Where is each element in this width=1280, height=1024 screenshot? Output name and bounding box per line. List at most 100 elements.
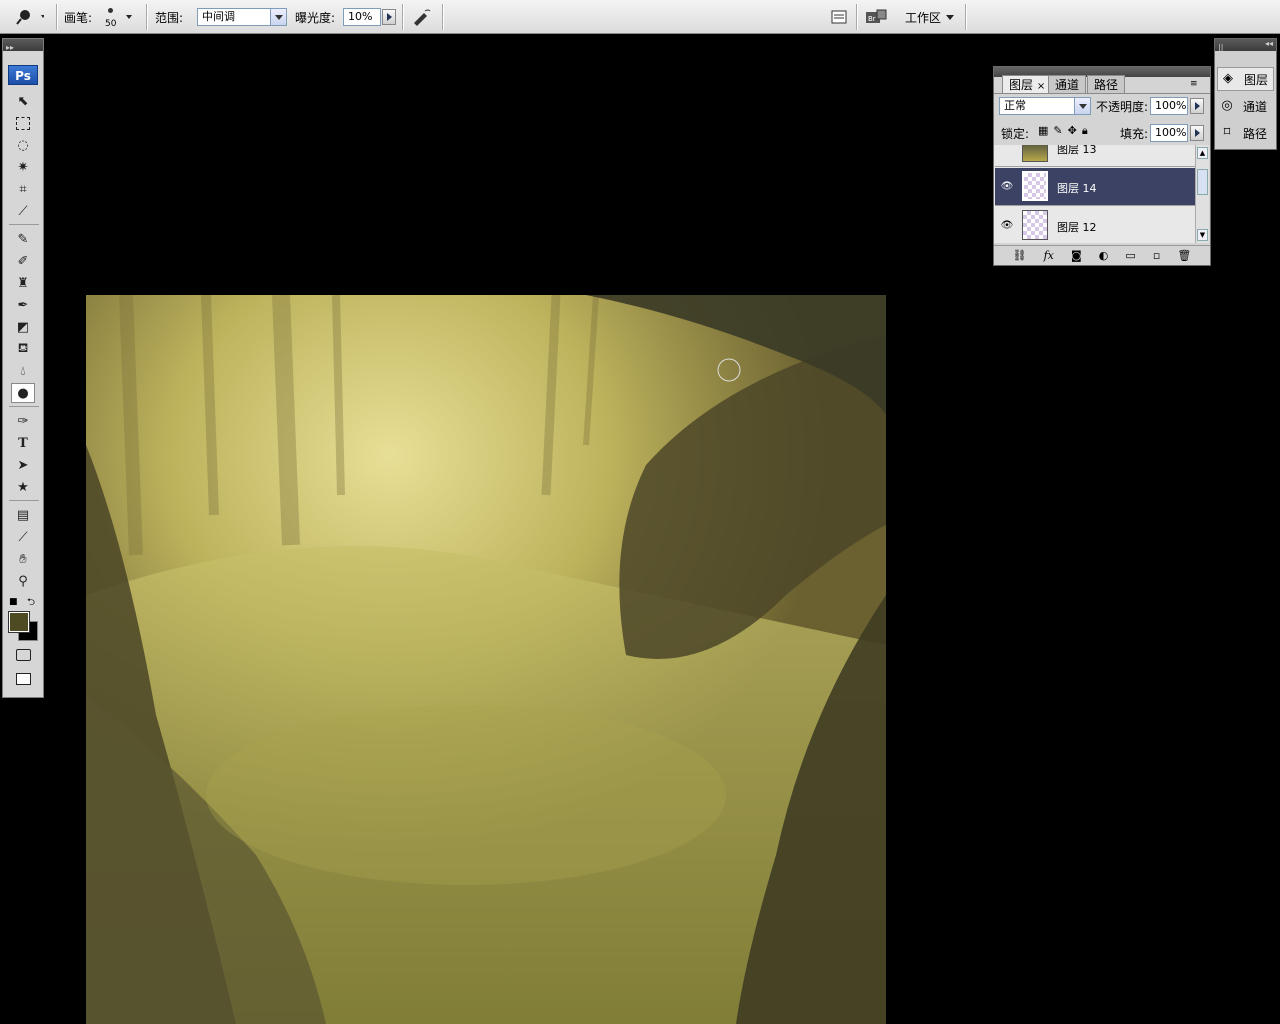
crop-tool[interactable]: ⌗	[11, 179, 35, 199]
mask-icon[interactable]: ◙	[1071, 249, 1082, 262]
fill-value: 100%	[1155, 126, 1187, 139]
close-icon[interactable]: ×	[1037, 81, 1045, 92]
dock-channels-button[interactable]: ◎ 通道	[1217, 94, 1274, 118]
scroll-thumb[interactable]	[1197, 169, 1208, 195]
lock-label: 锁定:	[1001, 127, 1030, 141]
brush-picker[interactable]: 50	[100, 0, 136, 34]
layer-thumbnail	[1022, 171, 1048, 201]
eye-icon[interactable]: 👁︎	[998, 178, 1016, 196]
fx-icon[interactable]: fx	[1044, 249, 1054, 262]
dodge-tool[interactable]: ●	[11, 383, 35, 403]
tab-layers[interactable]: 图层 ×	[1002, 75, 1053, 93]
clone-stamp-tool[interactable]: ♜	[11, 273, 35, 293]
palette-well-button[interactable]	[830, 0, 848, 34]
tab-layers-label: 图层	[1009, 78, 1034, 92]
chevron-down-icon	[946, 14, 955, 20]
lock-pixels-icon[interactable]: ✎	[1053, 124, 1067, 137]
dock-grip[interactable]: || ◂◂	[1215, 39, 1276, 52]
ps-logo[interactable]: Ps	[8, 65, 38, 85]
move-tool[interactable]: ⬉	[11, 91, 35, 111]
scroll-down-icon[interactable]: ▼	[1197, 229, 1208, 241]
lock-all-icon[interactable]: 🔒︎	[1082, 124, 1093, 137]
eye-icon[interactable]: 👁︎	[998, 217, 1016, 235]
layer-actions-bar: ⛓ fx ◙ ◐ ▭ ▫ 🗑︎	[994, 245, 1210, 265]
folder-icon[interactable]: ▭	[1125, 249, 1135, 262]
airbrush-button[interactable]	[410, 0, 432, 34]
bridge-icon: Br	[866, 9, 887, 23]
exposure-slider-button[interactable]	[382, 9, 396, 25]
healing-brush-tool[interactable]: ✎	[11, 229, 35, 249]
layer-row[interactable]: 👁︎ 图层 12	[995, 207, 1195, 243]
blur-drop-icon: 💧︎	[20, 363, 26, 379]
eraser-tool[interactable]: ◩	[11, 317, 35, 337]
path-selection-tool[interactable]: ➤	[11, 455, 35, 475]
adjustment-icon[interactable]: ◐	[1099, 249, 1109, 262]
blend-mode-select[interactable]: 正常	[999, 97, 1091, 115]
hand-tool[interactable]: ✋︎	[11, 549, 35, 569]
blur-tool[interactable]: 💧︎	[11, 361, 35, 381]
fill-slider-button[interactable]	[1190, 125, 1204, 141]
range-value: 中间调	[202, 10, 235, 23]
history-brush-icon: ✒	[17, 297, 29, 313]
slice-icon: ⟋	[18, 203, 28, 219]
layer-list: 图层 13 👁︎ 图层 14 👁︎ 图层 12	[994, 145, 1195, 243]
brush-tool[interactable]: ✐	[11, 251, 35, 271]
swap-colors-icon[interactable]: ⮌	[27, 595, 35, 612]
brush-icon: ✐	[17, 253, 29, 269]
fill-input[interactable]: 100%	[1150, 124, 1188, 142]
shape-tool[interactable]: ★	[11, 477, 35, 497]
document-canvas[interactable]	[86, 295, 886, 1024]
scroll-up-icon[interactable]: ▲	[1197, 147, 1208, 159]
lock-icons[interactable]: ▦✎✥🔒︎	[1038, 124, 1093, 138]
magic-wand-tool[interactable]: ✷	[11, 157, 35, 177]
lock-position-icon[interactable]: ✥	[1068, 124, 1082, 137]
foreground-color-swatch[interactable]	[8, 611, 30, 633]
range-label: 范围:	[155, 10, 184, 25]
tool-preset-picker[interactable]	[14, 0, 44, 34]
workspace-menu[interactable]: 工作区	[905, 0, 955, 34]
palette-icon	[831, 10, 847, 24]
forest-painting	[86, 295, 886, 1024]
dodge-icon: ●	[17, 385, 29, 401]
default-colors-icon[interactable]: ■	[9, 597, 18, 607]
layer-row[interactable]: 图层 13	[995, 145, 1195, 167]
zoom-tool[interactable]: ⚲	[11, 571, 35, 591]
pen-tool[interactable]: ✑	[11, 411, 35, 431]
opacity-input[interactable]: 100%	[1150, 97, 1188, 115]
paint-bucket-tool[interactable]: ⛾	[11, 339, 35, 359]
collapse-icon[interactable]: ◂◂	[1265, 39, 1276, 48]
brush-tip-icon	[108, 8, 113, 13]
fill-label: 填充:	[1120, 127, 1149, 141]
lasso-tool[interactable]: ◌	[11, 135, 35, 155]
dock-layers-button[interactable]: ◈ 图层	[1217, 67, 1274, 91]
visibility-toggle[interactable]	[998, 145, 1016, 157]
toolbox-grip[interactable]: ▸▸	[3, 39, 43, 52]
dock-paths-button[interactable]: ⌑ 路径	[1217, 121, 1274, 145]
tab-channels[interactable]: 通道	[1048, 75, 1087, 93]
panel-menu-icon[interactable]: ≡	[1190, 79, 1198, 89]
exposure-input[interactable]: 10%	[343, 8, 381, 26]
history-brush-tool[interactable]: ✒	[11, 295, 35, 315]
trash-icon[interactable]: 🗑︎	[1177, 249, 1191, 262]
layer-row-selected[interactable]: 👁︎ 图层 14	[995, 168, 1195, 206]
notes-tool[interactable]: ▤	[11, 505, 35, 525]
type-tool[interactable]: T	[11, 433, 35, 453]
screen-mode-button[interactable]	[11, 669, 35, 689]
opacity-slider-button[interactable]	[1190, 98, 1204, 114]
layer-scrollbar[interactable]: ▲ ▼	[1195, 145, 1209, 243]
layers-icon: ◈	[1223, 71, 1233, 86]
marquee-tool[interactable]	[11, 113, 35, 133]
range-select[interactable]: 中间调	[197, 8, 287, 26]
eyedropper-tool[interactable]: ⟋	[11, 527, 35, 547]
new-layer-icon[interactable]: ▫	[1153, 249, 1160, 262]
tab-paths[interactable]: 路径	[1087, 75, 1126, 93]
bridge-button[interactable]: Br	[864, 0, 888, 34]
slice-tool[interactable]: ⟋	[11, 201, 35, 221]
link-icon[interactable]: ⛓	[1013, 249, 1027, 262]
lock-transparent-icon[interactable]: ▦	[1038, 124, 1053, 137]
stamp-icon: ♜	[17, 275, 29, 291]
quick-mask-button[interactable]	[11, 645, 35, 665]
exposure-value: 10%	[348, 10, 373, 23]
channels-icon: ◎	[1221, 98, 1233, 113]
opacity-label: 不透明度:	[1096, 100, 1149, 114]
